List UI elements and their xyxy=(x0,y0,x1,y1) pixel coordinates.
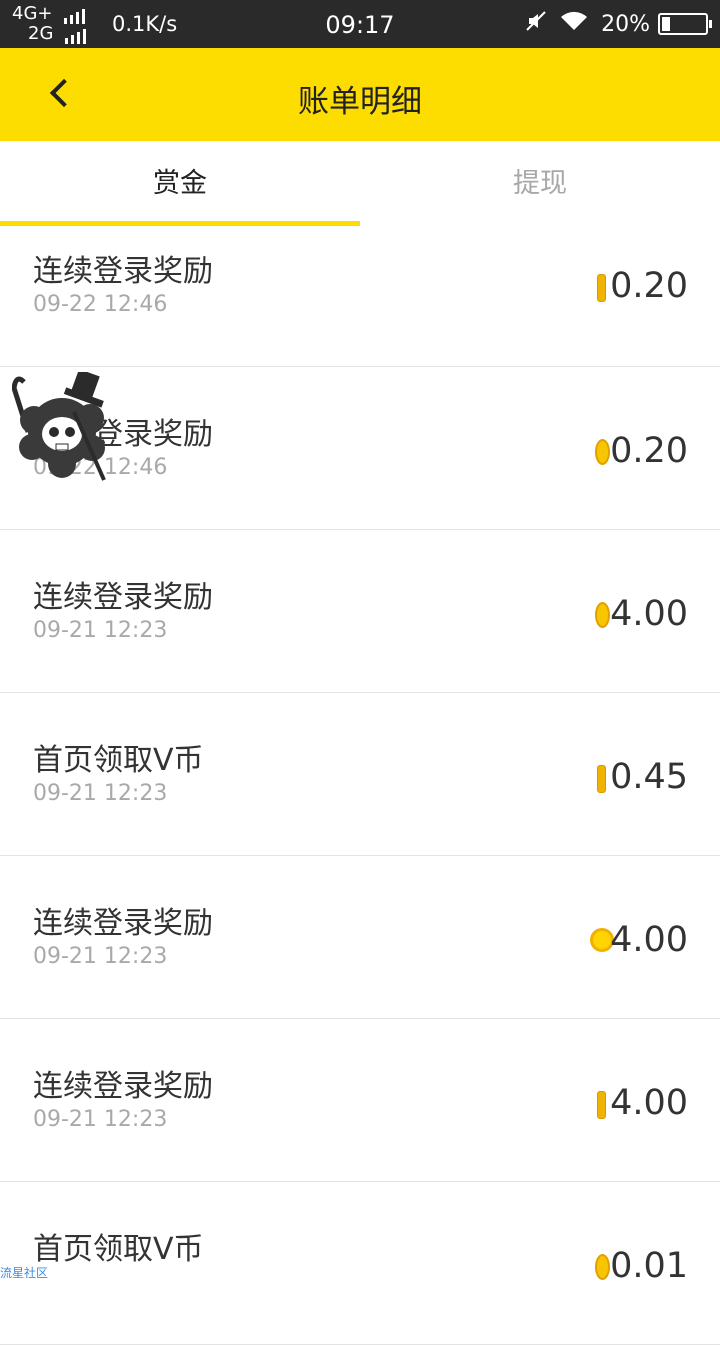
transaction-amount: 0.45 xyxy=(610,757,688,797)
transaction-title: 连续登录奖励 xyxy=(33,906,213,941)
transaction-amount: 0.20 xyxy=(610,266,688,306)
transaction-row[interactable]: 首页领取V币 0.01 xyxy=(0,1182,720,1345)
transaction-date: 09-21 12:23 xyxy=(33,618,168,643)
transaction-row[interactable]: 连续登录奖励 09-21 12:23 4.00 xyxy=(0,530,720,693)
transaction-amount: 0.20 xyxy=(610,431,688,471)
coin-icon xyxy=(595,1254,610,1280)
transaction-row[interactable]: 连续登录奖励 09-22 12:46 0.20 xyxy=(0,226,720,367)
coin-icon xyxy=(597,1091,606,1119)
watermark-text: 流星社区 xyxy=(0,1266,49,1280)
coin-icon xyxy=(597,765,606,793)
coin-icon xyxy=(595,602,610,628)
coin-icon xyxy=(597,274,606,302)
transaction-amount: 4.00 xyxy=(610,1083,688,1123)
transaction-title: 首页领取V币 xyxy=(33,743,204,778)
status-bar: 4G+ 2G 0.1K/s 09:17 20% xyxy=(0,0,720,48)
transaction-row[interactable]: 首页领取V币 09-21 12:23 0.45 xyxy=(0,693,720,856)
battery-percent: 20% xyxy=(601,11,650,37)
transaction-amount: 0.01 xyxy=(610,1246,688,1286)
tab-withdraw[interactable]: 提现 xyxy=(360,141,720,226)
transaction-date: 09-22 12:46 xyxy=(33,292,168,317)
status-icons: 20% xyxy=(525,10,712,38)
skull-pirate-sticker xyxy=(12,372,106,481)
transaction-date: 09-21 12:23 xyxy=(33,1107,168,1132)
transaction-row[interactable]: 连续登录奖励 09-21 12:23 4.00 xyxy=(0,856,720,1019)
app-header: 账单明细 xyxy=(0,48,720,141)
wifi-icon xyxy=(559,10,589,38)
battery-icon xyxy=(658,13,712,35)
transaction-amount: 4.00 xyxy=(610,920,688,960)
transaction-title: 连续登录奖励 xyxy=(33,580,213,615)
mute-icon xyxy=(525,10,547,38)
transaction-amount: 4.00 xyxy=(610,594,688,634)
transaction-title: 首页领取V币 xyxy=(33,1232,204,1267)
transaction-date: 09-21 12:23 xyxy=(33,944,168,969)
transaction-title: 连续登录奖励 xyxy=(33,1069,213,1104)
page-title: 账单明细 xyxy=(298,84,422,120)
transaction-date: 09-21 12:23 xyxy=(33,781,168,806)
tab-bar: 赏金 提现 xyxy=(0,141,720,226)
transaction-title: 连续登录奖励 xyxy=(33,254,213,289)
coin-icon xyxy=(595,439,610,465)
transaction-row[interactable]: 连续登录奖励 09-21 12:23 4.00 xyxy=(0,1019,720,1182)
tab-bounty[interactable]: 赏金 xyxy=(0,141,360,226)
